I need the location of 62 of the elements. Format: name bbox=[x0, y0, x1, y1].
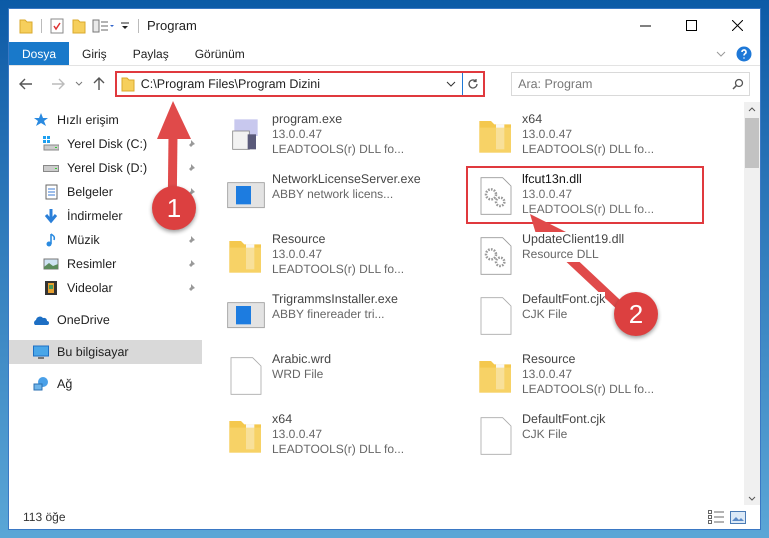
sidebar-item[interactable]: Hızlı erişim bbox=[57, 110, 119, 130]
sidebar-item[interactable]: Belgeler bbox=[67, 182, 113, 202]
sidebar-item[interactable]: Yerel Disk (D:) bbox=[67, 158, 148, 178]
sidebar-item[interactable]: Yerel Disk (C:) bbox=[67, 134, 148, 154]
drive-icon bbox=[43, 136, 59, 152]
large-icons-view-icon[interactable] bbox=[730, 510, 746, 524]
film-strip-icon bbox=[43, 280, 59, 296]
sidebar-item[interactable]: Müzik bbox=[67, 230, 100, 250]
chevron-down-icon[interactable] bbox=[446, 81, 456, 87]
details-view-icon[interactable] bbox=[708, 510, 724, 524]
file-detail: LEADTOOLS(r) DLL fo... bbox=[522, 142, 654, 157]
close-icon bbox=[732, 20, 742, 31]
properties-icon[interactable] bbox=[92, 18, 116, 34]
file-detail: LEADTOOLS(r) DLL fo... bbox=[272, 442, 404, 457]
maximize-icon bbox=[686, 20, 696, 31]
sidebar-item[interactable]: Resimler bbox=[67, 254, 116, 274]
file-detail: 13.0.0.47 bbox=[522, 187, 572, 202]
file-detail: LEADTOOLS(r) DLL fo... bbox=[522, 202, 654, 217]
sidebar-item[interactable]: İndirmeler bbox=[67, 206, 123, 226]
sidebar-item[interactable]: OneDrive bbox=[57, 310, 110, 330]
document-icon bbox=[43, 184, 59, 200]
file-name[interactable]: TrigrammsInstaller.exe bbox=[272, 292, 398, 307]
file-detail: Resource DLL bbox=[522, 247, 599, 262]
address-bar[interactable]: C:\Program Files\Program Dizini bbox=[114, 71, 486, 97]
drive-icon bbox=[43, 164, 59, 172]
help-icon[interactable] bbox=[736, 46, 752, 62]
download-arrow-icon bbox=[43, 208, 59, 224]
window-title: Program bbox=[147, 16, 197, 35]
up-arrow-icon[interactable] bbox=[92, 77, 105, 91]
file-detail: LEADTOOLS(r) DLL fo... bbox=[522, 382, 654, 397]
sidebar-item[interactable]: Bu bilgisayar bbox=[9, 340, 202, 364]
sidebar-item-label: Bu bilgisayar bbox=[57, 344, 129, 361]
search-field[interactable]: Ara: Program bbox=[511, 72, 750, 96]
address-path: C:\Program Files\Program Dizini bbox=[140, 76, 320, 93]
star-icon bbox=[33, 112, 49, 128]
search-icon[interactable] bbox=[732, 78, 744, 90]
back-arrow-icon[interactable] bbox=[19, 78, 33, 90]
checklist-icon[interactable] bbox=[50, 18, 64, 34]
ribbon-tab[interactable]: Dosya bbox=[9, 42, 70, 65]
file-name[interactable]: DefaultFont.cjk bbox=[522, 412, 606, 427]
file-name[interactable]: UpdateClient19.dll bbox=[522, 232, 624, 247]
ribbon-tab[interactable]: Giriş bbox=[69, 42, 120, 65]
refresh-icon[interactable] bbox=[467, 78, 480, 90]
item-count: 113 öğe bbox=[23, 509, 66, 526]
file-detail: LEADTOOLS(r) DLL fo... bbox=[272, 262, 404, 277]
file-detail: LEADTOOLS(r) DLL fo... bbox=[272, 142, 404, 157]
sidebar-item[interactable]: Ağ bbox=[57, 374, 72, 394]
scroll-up-icon[interactable] bbox=[748, 107, 756, 112]
ribbon-tab[interactable]: Görünüm bbox=[182, 42, 258, 65]
sidebar-item[interactable]: Videolar bbox=[67, 278, 113, 298]
scrollbar[interactable] bbox=[744, 102, 760, 505]
network-icon bbox=[33, 376, 49, 392]
landscape-icon bbox=[43, 256, 59, 272]
ribbon-tab[interactable]: Paylaş bbox=[120, 42, 182, 65]
dropdown-icon[interactable] bbox=[120, 20, 130, 32]
monitor-icon bbox=[33, 344, 49, 360]
file-name[interactable]: DefaultFont.cjk bbox=[522, 292, 606, 307]
file-name[interactable]: lfcut13n.dll bbox=[522, 172, 582, 187]
scroll-down-icon[interactable] bbox=[748, 496, 756, 501]
minimize-icon bbox=[640, 24, 650, 26]
folder-icon bbox=[120, 76, 135, 92]
scroll-thumb[interactable] bbox=[745, 118, 759, 168]
